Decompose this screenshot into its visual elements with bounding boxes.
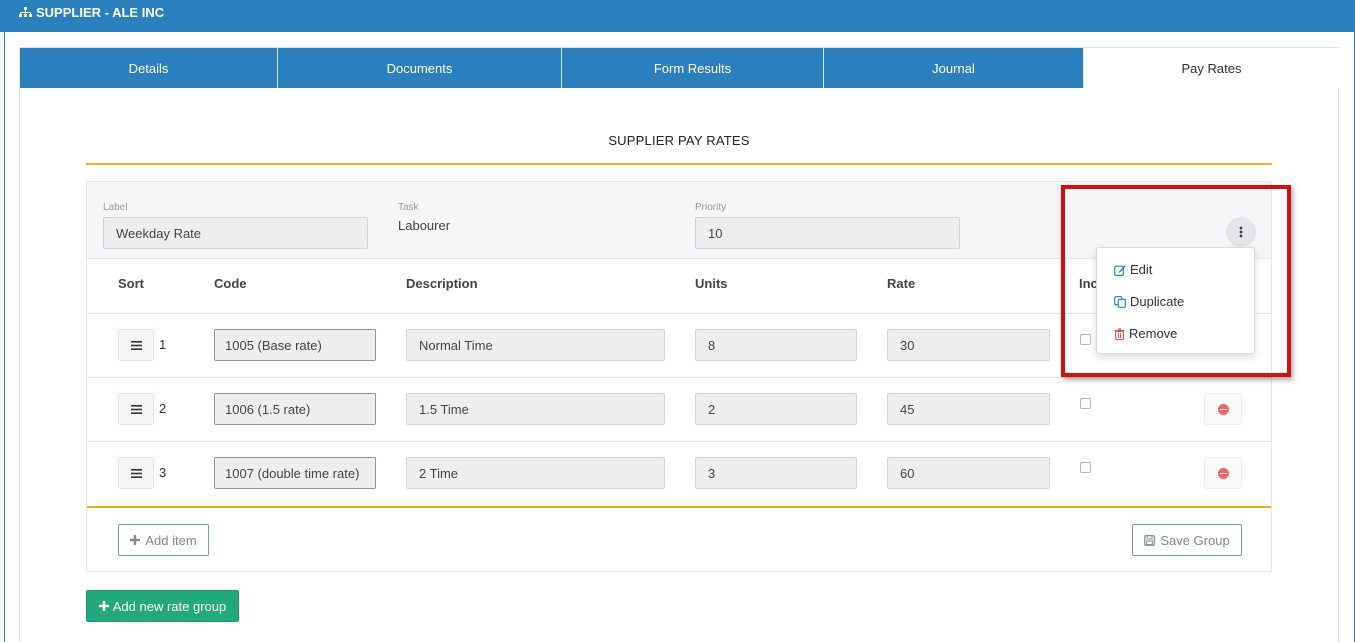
row-divider xyxy=(87,441,1271,442)
col-description: Description xyxy=(406,276,478,291)
add-item-button[interactable]: Add item xyxy=(118,524,209,556)
tab-form-results[interactable]: Form Results xyxy=(562,48,824,88)
plus-icon xyxy=(130,535,141,545)
col-code: Code xyxy=(214,276,247,291)
row-divider xyxy=(87,377,1271,378)
code-select[interactable]: 1005 (Base rate) xyxy=(214,329,376,361)
code-select[interactable]: 1006 (1.5 rate) xyxy=(214,393,376,425)
tab-pay-rates[interactable]: Pay Rates xyxy=(1084,48,1339,88)
priority-caption: Priority xyxy=(695,202,727,213)
include-checkbox[interactable] xyxy=(1080,462,1091,473)
rate-input[interactable]: 45 xyxy=(887,393,1050,425)
remove-row-button[interactable] xyxy=(1204,393,1242,425)
description-input[interactable]: Normal Time xyxy=(406,329,665,361)
tab-bar: Details Documents Form Results Journal P… xyxy=(20,48,1339,88)
drag-handle[interactable] xyxy=(118,329,154,361)
group-footer-divider xyxy=(87,506,1271,508)
col-rate: Rate xyxy=(887,276,916,291)
description-input[interactable]: 1.5 Time xyxy=(406,393,665,425)
section-title: SUPPLIER PAY RATES xyxy=(608,133,750,148)
add-rate-group-label: Add new rate group xyxy=(112,598,227,614)
tab-details[interactable]: Details xyxy=(20,48,278,88)
drag-handle[interactable] xyxy=(118,393,154,425)
header-bar: SUPPLIER - ALE INC xyxy=(0,0,1355,32)
sitemap-icon xyxy=(19,7,32,17)
plus-icon xyxy=(98,601,109,611)
add-rate-group-button[interactable]: Add new rate group xyxy=(86,590,239,622)
save-group-button[interactable]: Save Group xyxy=(1132,524,1242,556)
include-checkbox[interactable] xyxy=(1080,398,1091,409)
units-input[interactable]: 8 xyxy=(695,329,857,361)
col-sort: Sort xyxy=(118,276,144,291)
minus-circle-icon xyxy=(1217,467,1229,479)
save-group-label: Save Group xyxy=(1160,532,1230,548)
save-icon xyxy=(1144,534,1156,546)
description-input[interactable]: 2 Time xyxy=(406,457,665,489)
units-input[interactable]: 3 xyxy=(695,457,857,489)
rate-input[interactable]: 30 xyxy=(887,329,1050,361)
rate-input[interactable]: 60 xyxy=(887,457,1050,489)
sort-number: 3 xyxy=(159,465,167,480)
remove-row-button[interactable] xyxy=(1204,457,1242,489)
label-caption: Label xyxy=(103,202,128,213)
code-select[interactable]: 1007 (double time rate) xyxy=(214,457,376,489)
bars-icon xyxy=(130,404,142,414)
priority-field[interactable]: 10 xyxy=(695,217,960,249)
header-title-wrap: SUPPLIER - ALE INC xyxy=(19,5,164,20)
tab-documents[interactable]: Documents xyxy=(278,48,562,88)
units-input[interactable]: 2 xyxy=(695,393,857,425)
task-value: Labourer xyxy=(398,218,451,233)
label-field[interactable]: Weekday Rate xyxy=(103,217,368,249)
drag-handle[interactable] xyxy=(118,457,154,489)
add-item-label: Add item xyxy=(145,532,197,548)
page-title: SUPPLIER - ALE INC xyxy=(36,5,165,20)
bars-icon xyxy=(130,468,142,478)
minus-circle-icon xyxy=(1217,403,1229,415)
sort-number: 1 xyxy=(159,337,167,352)
tab-journal[interactable]: Journal xyxy=(824,48,1084,88)
col-units: Units xyxy=(695,276,728,291)
section-divider xyxy=(86,163,1272,165)
highlight-box xyxy=(1061,185,1291,377)
bars-icon xyxy=(130,340,142,350)
sort-number: 2 xyxy=(159,401,167,416)
task-caption: Task xyxy=(398,202,419,213)
